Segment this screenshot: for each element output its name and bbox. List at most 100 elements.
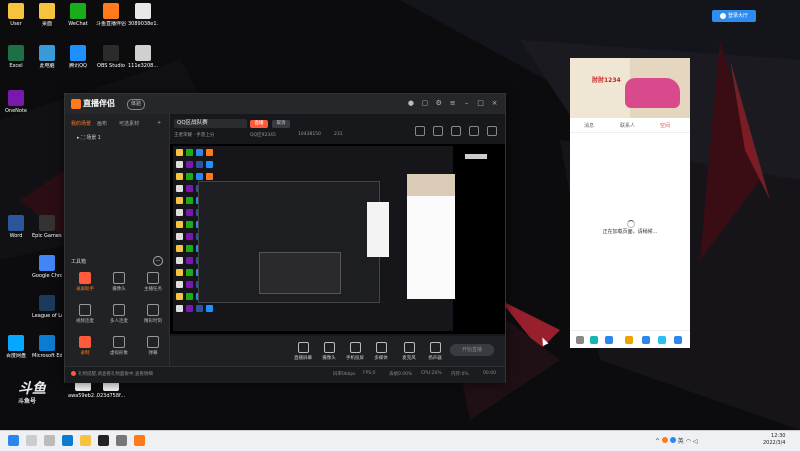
dock-mail-icon[interactable] xyxy=(625,336,633,344)
status-notice[interactable]: 礼物提醒,请查看礼物面板中,查看明细 xyxy=(71,371,153,377)
edge-icon[interactable] xyxy=(62,435,73,446)
desktop-icon[interactable]: League of Legends xyxy=(32,295,62,319)
toolbox-item[interactable]: 主播任务 xyxy=(139,272,167,292)
room-title-input[interactable]: QQ区战队赛 xyxy=(174,119,247,128)
desktop-icon[interactable]: 111e3208... xyxy=(128,45,158,69)
dock-menu-icon[interactable] xyxy=(576,336,584,344)
volume-icon[interactable]: ◁ xyxy=(693,438,698,445)
preview-desktop-icon xyxy=(186,257,193,264)
share-icon[interactable] xyxy=(487,126,497,136)
desktop-icon[interactable]: 斗鱼直播伴侣 xyxy=(96,3,126,27)
dock-apps-icon[interactable] xyxy=(605,336,613,344)
desktop-icon[interactable]: User xyxy=(1,3,31,27)
gift-icon[interactable]: ▢ xyxy=(420,99,429,108)
tray-language[interactable]: 英 xyxy=(678,438,684,445)
desktop-icon[interactable]: WeChat xyxy=(63,3,93,27)
settings-icon[interactable]: ⚙ xyxy=(434,99,443,108)
menu-icon[interactable]: ≡ xyxy=(448,99,457,108)
preview-desktop-icon xyxy=(176,293,183,300)
toolbox-item[interactable]: 录制 xyxy=(71,336,99,356)
tab-materials[interactable]: 可选素材 xyxy=(119,120,139,127)
app-badge[interactable]: 体验 xyxy=(127,99,146,110)
avatar-icon[interactable]: ● xyxy=(406,99,415,108)
desktop-icon[interactable]: 腾讯QQ xyxy=(63,45,93,69)
desktop-icon[interactable]: Google Chrome xyxy=(32,255,62,279)
desktop-icon[interactable]: OBS Studio xyxy=(96,45,126,69)
file-explorer-icon[interactable] xyxy=(80,435,91,446)
tab-canvas[interactable]: 画布 xyxy=(97,120,107,127)
desktop-icon[interactable]: Excel xyxy=(1,45,31,69)
wifi-icon[interactable]: ◠ xyxy=(686,438,691,445)
tool-icon xyxy=(79,336,91,348)
phone-username: 肘肘1234 xyxy=(592,77,621,84)
douyu-icon[interactable] xyxy=(134,435,145,446)
dock-cloud-icon[interactable] xyxy=(658,336,666,344)
search-icon[interactable] xyxy=(26,435,37,446)
desktop-icon-label: 桌面 xyxy=(41,21,52,27)
desktop-icon[interactable]: 百度网盘 xyxy=(1,335,31,359)
cancel-tag[interactable]: 取消 xyxy=(272,120,290,128)
system-clock[interactable]: 12:30 2022/3/4 xyxy=(763,433,785,447)
preview-desktop-icon xyxy=(176,233,183,240)
bell-icon[interactable] xyxy=(469,126,480,136)
source-media-label: 多媒体 xyxy=(374,356,388,361)
toolbox-item[interactable]: 多人连麦 xyxy=(105,304,133,324)
task-view-icon[interactable] xyxy=(44,435,55,446)
desktop-icon-label: 此电脑 xyxy=(39,63,55,69)
dock-settings-icon[interactable] xyxy=(674,336,682,344)
login-hall-button[interactable]: 登录大厅 xyxy=(712,10,756,22)
desktop-icon[interactable]: 桌面 xyxy=(32,3,62,27)
source-camera-button[interactable]: 摄像头 xyxy=(316,342,342,361)
toolbox-item[interactable]: 视频连麦 xyxy=(71,304,99,324)
scene-panel: 我的场景 画布 可选素材 + ▸ ⛶ 场景 1 工具箱 − 录屏助手 摄像头 主播任… xyxy=(65,114,170,366)
preview-desktop-icon xyxy=(176,209,183,216)
microphone-button[interactable]: 麦克风 xyxy=(396,342,422,361)
toolbox-item[interactable]: 虚拟形象 xyxy=(105,336,133,356)
stream-preview[interactable] xyxy=(170,144,505,334)
desktop-icon[interactable]: Microsoft Edge xyxy=(32,335,62,359)
toolbox-item[interactable]: 弹幕 xyxy=(139,336,167,356)
close-icon[interactable]: × xyxy=(490,99,499,108)
minimize-icon[interactable]: – xyxy=(462,99,471,108)
preview-desktop-icon xyxy=(186,149,193,156)
screenshot-icon[interactable] xyxy=(415,126,426,136)
phone-tab-space[interactable]: 空间 xyxy=(660,122,670,129)
toolbox-item[interactable]: 摄像头 xyxy=(105,272,133,292)
source-screen-button[interactable]: 直播屏幕 xyxy=(290,342,316,361)
chat-icon[interactable] xyxy=(451,126,462,136)
start-live-button[interactable]: 开始直播 xyxy=(450,344,494,356)
tray-app2-icon[interactable] xyxy=(669,437,676,443)
room-category[interactable]: 王者荣耀 · 手游上分 xyxy=(174,132,214,138)
app-icon[interactable] xyxy=(116,435,127,446)
add-scene-button[interactable]: + xyxy=(157,120,161,126)
tray-up-icon[interactable]: ^ xyxy=(655,438,660,445)
toolbox-collapse-button[interactable]: − xyxy=(153,256,163,266)
lock-icon[interactable] xyxy=(433,126,444,136)
scene-item[interactable]: ▸ ⛶ 场景 1 xyxy=(77,134,101,141)
toolbox-item[interactable]: 精彩时刻 xyxy=(139,304,167,324)
dock-game-icon[interactable] xyxy=(642,336,650,344)
preview-desktop-icon xyxy=(186,173,193,180)
toolbox-item-label: 摄像头 xyxy=(112,287,126,292)
start-icon[interactable] xyxy=(8,435,19,446)
maximize-icon[interactable]: □ xyxy=(476,99,485,108)
speaker-button[interactable]: 扬声器 xyxy=(422,342,448,361)
desktop-icon[interactable]: OneNote xyxy=(1,90,31,114)
obs-icon[interactable] xyxy=(98,435,109,446)
tray-app-icon[interactable] xyxy=(661,437,668,443)
desktop-app-icon xyxy=(103,45,119,61)
preview-desktop-icon xyxy=(196,173,203,180)
source-media-button[interactable]: 多媒体 xyxy=(368,342,394,361)
desktop-icon[interactable]: 3089038e1... xyxy=(128,3,158,27)
desktop-icon[interactable]: Word xyxy=(1,215,31,239)
phone-tab-messages[interactable]: 消息 xyxy=(584,122,594,129)
desktop-icon[interactable]: 此电脑 xyxy=(32,45,62,69)
tab-my-scenes[interactable]: 我的场景 xyxy=(71,120,91,127)
dock-contacts-icon[interactable] xyxy=(590,336,598,344)
phone-tab-contacts[interactable]: 联系人 xyxy=(620,122,635,129)
desktop-icon[interactable]: Epic Games Launcher xyxy=(32,215,62,239)
live-tag[interactable]: 直播 xyxy=(250,120,268,128)
toolbox-item[interactable]: 录屏助手 xyxy=(71,272,99,292)
source-phone-button[interactable]: 手机投屏 xyxy=(342,342,368,361)
phone-mirror-window[interactable]: 肘肘1234 消息 联系人 空间 正在加载页面，请稍候... xyxy=(570,58,690,348)
